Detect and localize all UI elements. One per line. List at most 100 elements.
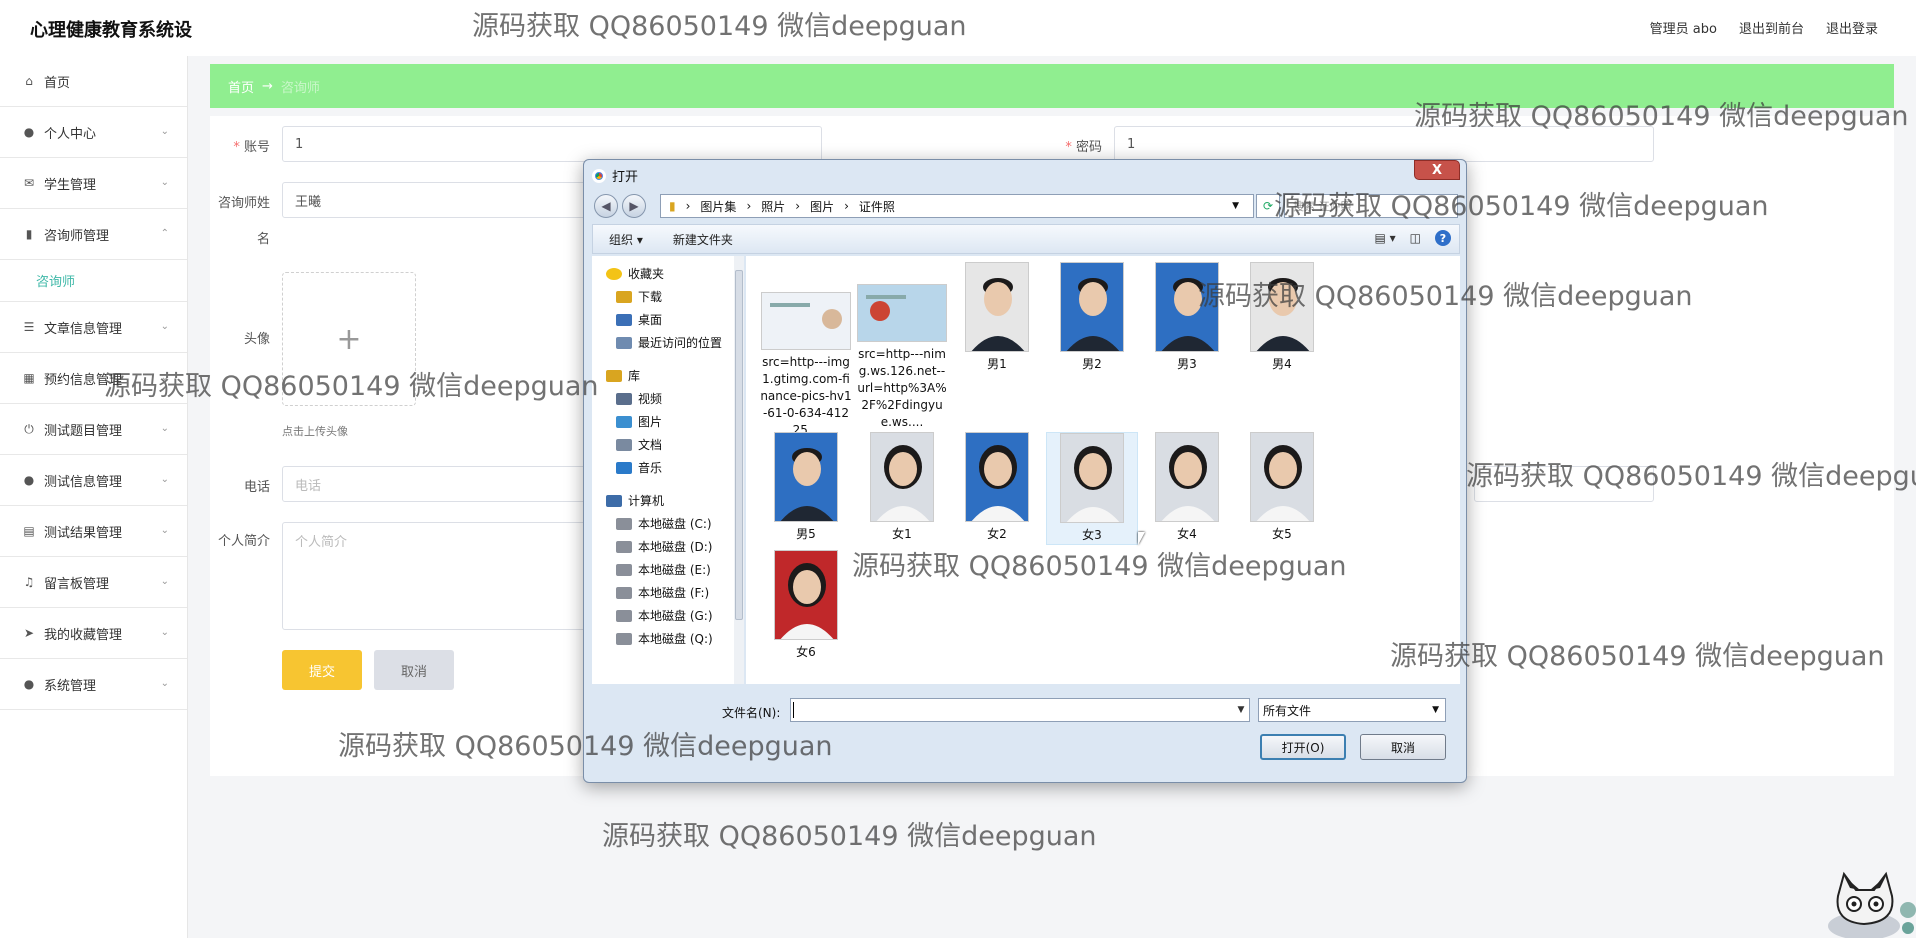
dialog-title-bar: 打开	[592, 166, 638, 185]
sidebar-item[interactable]: ● 个人中心 ⌄	[0, 107, 187, 158]
path-segment[interactable]: 照片	[761, 198, 785, 215]
sidebar-item[interactable]: ▤ 测试结果管理 ⌄	[0, 506, 187, 557]
nav-item[interactable]: 桌面	[616, 308, 662, 331]
file-name: 男3	[1177, 357, 1197, 371]
file-item[interactable]: 女4	[1141, 432, 1233, 543]
nav-item-label: 桌面	[638, 313, 663, 327]
file-item[interactable]: 女6	[760, 550, 852, 661]
breadcrumb-home[interactable]: 首页	[228, 77, 254, 96]
file-name: 女6	[796, 645, 816, 659]
sidebar-item[interactable]: ☰ 文章信息管理 ⌄	[0, 302, 187, 353]
chevron-icon: ⌃	[160, 228, 169, 239]
address-bar[interactable]: ▮ › 图片集 › 照片 › 图片 › 证件照 ▼	[660, 194, 1254, 218]
sidebar-item[interactable]: ● 测试信息管理 ⌄	[0, 455, 187, 506]
new-folder-button[interactable]: 新建文件夹	[673, 231, 733, 248]
submit-button[interactable]: 提交	[282, 650, 362, 690]
path-segment[interactable]: 图片集	[700, 198, 736, 215]
nav-item[interactable]: 最近访问的位置	[616, 331, 722, 354]
picture-icon	[616, 415, 632, 428]
file-item[interactable]: 女2	[951, 432, 1043, 543]
file-item[interactable]: 女5	[1236, 432, 1328, 543]
nav-item[interactable]: 图片	[616, 410, 662, 433]
nav-scroll-thumb[interactable]	[735, 270, 743, 620]
nav-item[interactable]: 收藏夹	[606, 262, 664, 285]
sidebar-item[interactable]: ➤ 我的收藏管理 ⌄	[0, 608, 187, 659]
extra-input[interactable]	[1474, 466, 1654, 502]
forward-button[interactable]: ▶	[622, 194, 646, 218]
nav-item[interactable]: 本地磁盘 (C:)	[616, 512, 712, 535]
image-thumbnail-icon	[1155, 262, 1219, 352]
image-thumbnail-icon	[1155, 432, 1219, 522]
cat-mascot-icon[interactable]	[1816, 866, 1916, 938]
breadcrumb-current: 咨询师	[280, 80, 320, 96]
file-item[interactable]: 男1	[951, 262, 1043, 373]
file-item[interactable]: 男4	[1236, 262, 1328, 373]
sidebar-subitem-consultant[interactable]: 咨询师	[0, 260, 187, 302]
recent-icon	[616, 336, 632, 349]
nav-item[interactable]: 文档	[616, 433, 662, 456]
nav-scrollbar[interactable]	[734, 256, 744, 684]
sidebar-item-label: 咨询师管理	[44, 228, 110, 244]
avatar-upload[interactable]: +	[282, 272, 416, 406]
nav-item[interactable]: 音乐	[616, 456, 662, 479]
dialog-close-button[interactable]: X	[1414, 160, 1460, 180]
path-segment[interactable]: 图片	[810, 198, 834, 215]
open-button[interactable]: 打开(O)	[1260, 734, 1346, 760]
sidebar-item[interactable]: ✉ 学生管理 ⌄	[0, 158, 187, 209]
library-icon	[606, 369, 622, 382]
nav-item[interactable]: 本地磁盘 (G:)	[616, 604, 713, 627]
nav-item[interactable]: 本地磁盘 (F:)	[616, 581, 709, 604]
chevron-icon: ⌄	[160, 474, 169, 485]
sidebar-item-label: 预约信息管理	[44, 372, 123, 388]
sidebar-item[interactable]: ⏻ 测试题目管理 ⌄	[0, 404, 187, 455]
sidebar: ⌂ 首页 ● 个人中心 ⌄ ✉ 学生管理 ⌄ ▮ 咨询师管理 ⌃ 咨询师 ☰ 文章信息管理 ⌄ ▦ 预约信息管理…	[0, 56, 188, 938]
logout-link[interactable]: 退出登录	[1826, 18, 1878, 37]
file-type-select[interactable]: 所有文件 ▼	[1258, 698, 1446, 722]
file-item[interactable]: 男5	[760, 432, 852, 543]
path-segment[interactable]: 证件照	[859, 198, 895, 215]
sidebar-item[interactable]: ♫ 留言板管理 ⌄	[0, 557, 187, 608]
nav-item[interactable]: 本地磁盘 (D:)	[616, 535, 712, 558]
nav-item[interactable]: 本地磁盘 (E:)	[616, 558, 711, 581]
file-item[interactable]: src=http---img1.gtimg.com-finance-pics-h…	[760, 292, 852, 439]
password-input[interactable]: 1	[1114, 126, 1654, 162]
file-item[interactable]: 女1	[856, 432, 948, 543]
sidebar-item[interactable]: ▮ 咨询师管理 ⌃	[0, 209, 187, 260]
cancel-button[interactable]: 取消	[374, 650, 454, 690]
refresh-button[interactable]: ⟳	[1256, 194, 1280, 218]
dialog-cancel-button[interactable]: 取消	[1360, 734, 1446, 760]
sidebar-item-label: 学生管理	[44, 177, 97, 193]
view-options-icon[interactable]: ▤ ▾	[1374, 231, 1395, 245]
address-row: ◀ ▶ ▮ › 图片集 › 照片 › 图片 › 证件照 ▼ ⟳ 搜索 证件照	[592, 192, 1460, 220]
sidebar-item[interactable]: ▦ 预约信息管理 ⌄	[0, 353, 187, 404]
file-item[interactable]: 男2	[1046, 262, 1138, 373]
nav-item-label: 本地磁盘 (F:)	[638, 586, 710, 600]
filename-input[interactable]: ▼	[790, 698, 1250, 722]
address-dropdown-icon[interactable]: ▼	[1232, 201, 1239, 211]
chart-icon: ▮	[25, 227, 33, 241]
navigation-pane: 收藏夹 下载 桌面 最近访问的位置库视频 图片 文档 音乐 计算机 本地磁盘 (C:) 本地磁盘 …	[592, 256, 744, 684]
nav-item[interactable]: 下载	[616, 285, 662, 308]
image-thumbnail-icon	[870, 432, 934, 522]
preview-pane-icon[interactable]: ◫	[1410, 231, 1421, 245]
organize-menu[interactable]: 组织 ▾	[609, 231, 643, 248]
nav-item[interactable]: 视频	[616, 387, 662, 410]
file-item[interactable]: src=http---nimg.ws.126.net--url=http%3A%…	[856, 284, 948, 431]
nav-item[interactable]: 本地磁盘 (Q:)	[616, 627, 713, 650]
mic-icon: ♫	[23, 575, 35, 589]
filename-dropdown-icon[interactable]: ▼	[1233, 699, 1249, 721]
disk-icon	[616, 609, 632, 622]
nav-item[interactable]: 计算机	[606, 489, 664, 512]
back-to-front-link[interactable]: 退出到前台	[1739, 18, 1804, 37]
sidebar-item[interactable]: ⌂ 首页	[0, 56, 187, 107]
nav-item[interactable]: 库	[606, 364, 640, 387]
file-item[interactable]: 男3	[1141, 262, 1233, 373]
file-item[interactable]: 女3	[1046, 432, 1138, 545]
sidebar-item[interactable]: ● 系统管理 ⌄	[0, 659, 187, 710]
video-icon	[616, 392, 632, 405]
search-input[interactable]: 搜索 证件照	[1284, 194, 1458, 218]
account-input[interactable]: 1	[282, 126, 822, 162]
back-button[interactable]: ◀	[594, 194, 618, 218]
help-icon[interactable]: ?	[1435, 230, 1451, 246]
nav-item-label: 音乐	[638, 461, 663, 475]
